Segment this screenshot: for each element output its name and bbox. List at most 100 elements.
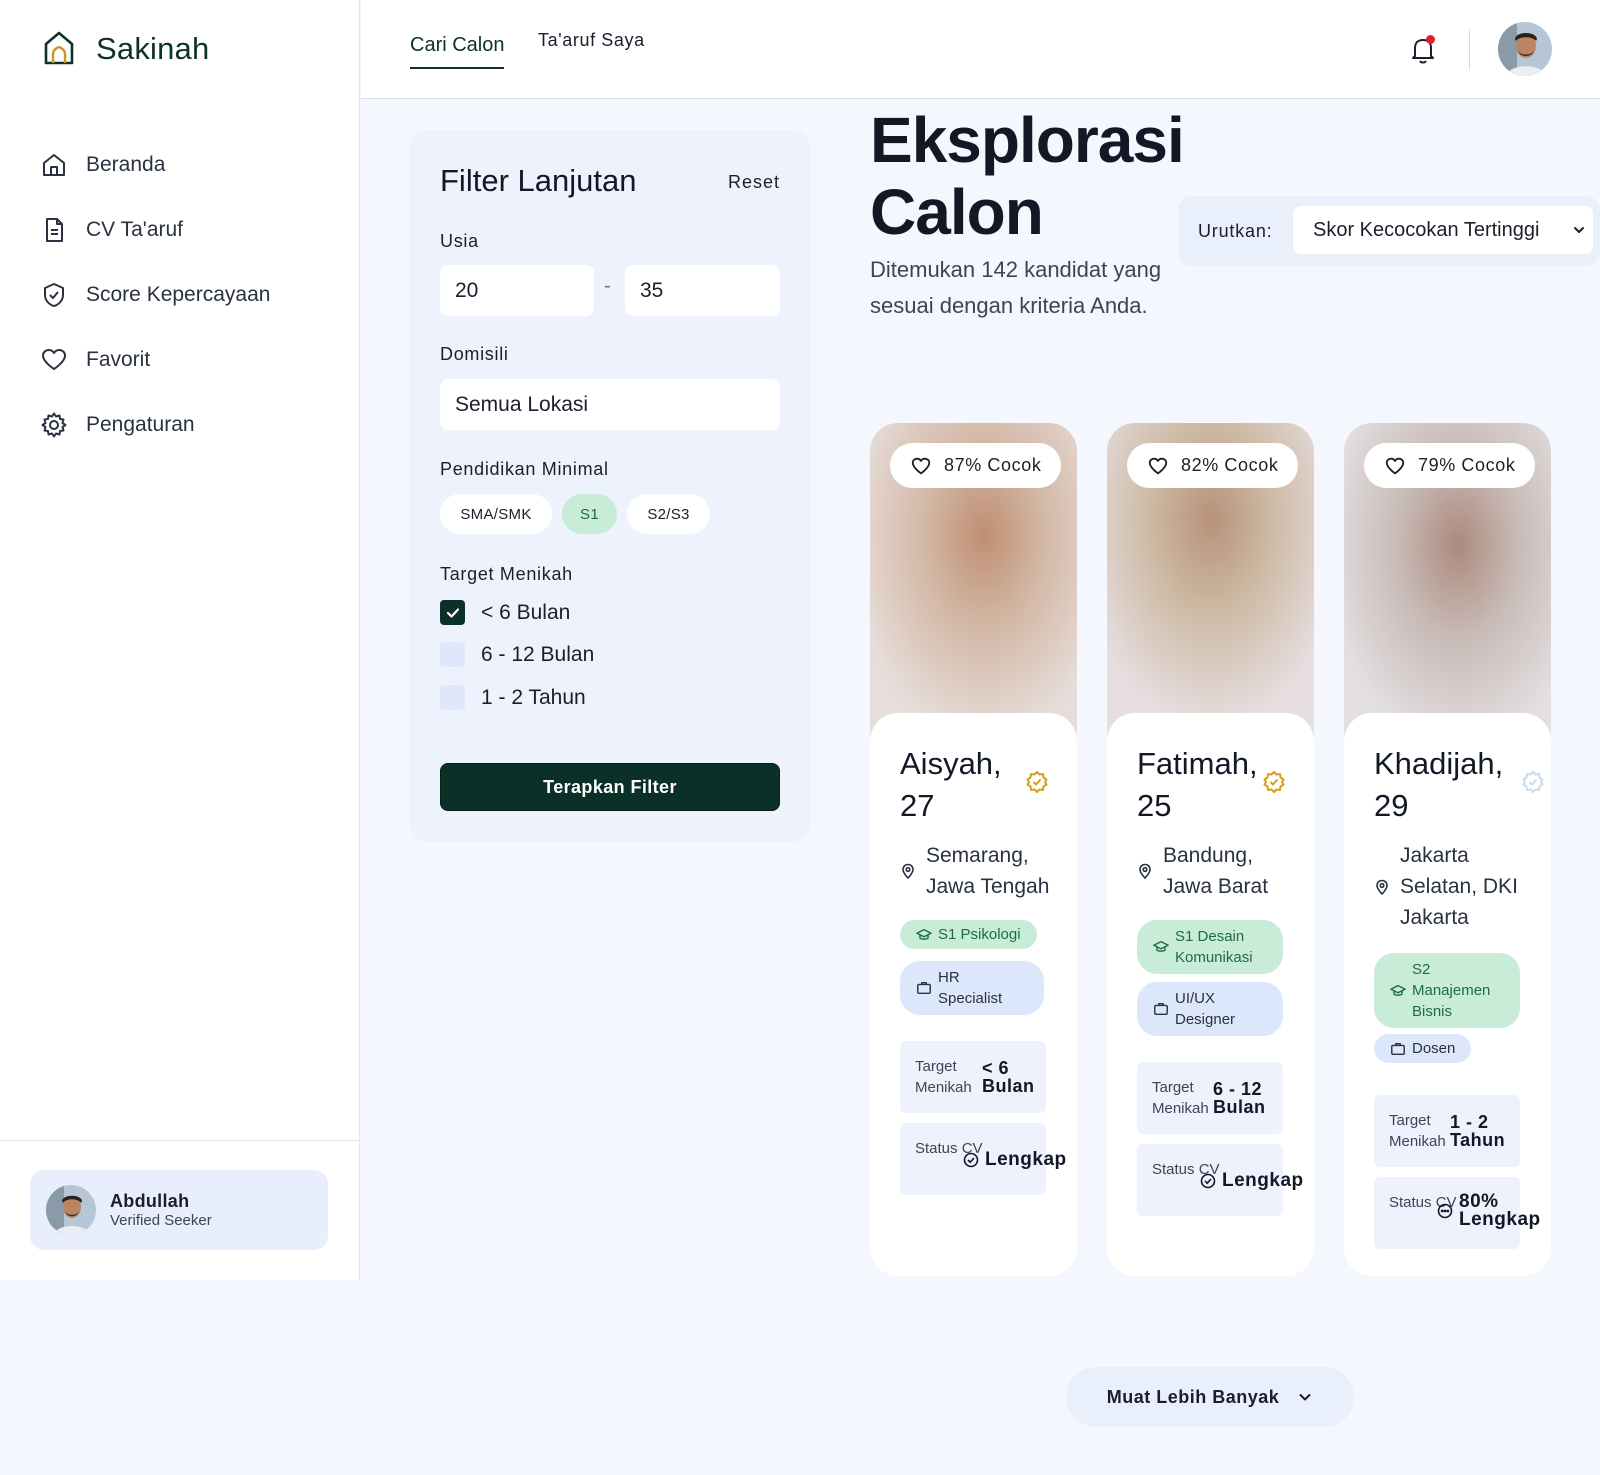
sort-value: Skor Kecocokan Tertinggi — [1313, 218, 1540, 241]
job-badge: UI/UX Designer — [1137, 982, 1283, 1036]
info-value-line-2: Tahun — [1450, 1130, 1506, 1150]
info-value: 1 - 2 Tahun — [1450, 1113, 1505, 1149]
info-value: Lengkap — [1200, 1170, 1304, 1192]
info-value: < 6 Bulan — [982, 1059, 1035, 1095]
target-option-1-2-tahun[interactable]: 1 - 2 Tahun — [440, 685, 586, 710]
tab-taaruf-saya[interactable]: Ta'aruf Saya — [538, 30, 645, 51]
info-value-line-2: Bulan — [1213, 1097, 1266, 1117]
job-text: UI/UX Designer — [1175, 990, 1236, 1028]
candidate-name: Fatimah, 25 — [1137, 746, 1258, 823]
checkbox[interactable] — [440, 642, 465, 667]
info-value-line-2: Bulan — [982, 1076, 1035, 1096]
sidebar-item-beranda[interactable]: Beranda — [40, 132, 270, 197]
info-value: 6 - 12 Bulan — [1213, 1080, 1266, 1116]
card-body: Khadijah, 29 Jakarta Selatan, DKI Jakart… — [1344, 713, 1551, 1276]
sidebar-nav: Beranda CV Ta'aruf Score Kepercayaan Fav… — [40, 132, 270, 457]
info-value-text: Lengkap — [985, 1149, 1067, 1170]
load-more-button[interactable]: Muat Lebih Banyak — [1066, 1367, 1354, 1427]
domicile-select[interactable]: Semua Lokasi — [440, 379, 780, 430]
page-title: Eksplorasi Calon — [870, 104, 1185, 248]
sidebar-item-label: Favorit — [86, 347, 151, 371]
match-text: 87% Cocok — [944, 455, 1042, 475]
status-info-box: Status CV Lengkap — [900, 1123, 1066, 1195]
briefcase-icon — [1391, 1042, 1405, 1055]
education-chip-sma[interactable]: SMA/SMK — [440, 494, 552, 534]
candidate-location: Jakarta Selatan, DKI Jakarta — [1374, 840, 1535, 933]
education-text: S1 Desain Komunikasi — [1175, 928, 1253, 966]
location-pin-icon — [902, 863, 914, 879]
age-separator: - — [604, 275, 611, 297]
briefcase-icon — [1154, 1002, 1168, 1016]
location-text: Semarang, Jawa Tengah — [926, 844, 1050, 898]
user-profile-card[interactable]: Abdullah Verified Seeker — [30, 1170, 328, 1250]
sidebar-item-score-kepercayaan[interactable]: Score Kepercayaan — [40, 262, 270, 327]
candidate-card[interactable]: 79% Cocok Khadijah, 29 Jakarta Selatan, … — [1344, 423, 1551, 1276]
checkbox-label: < 6 Bulan — [481, 600, 571, 624]
target-label: Target Menikah — [440, 564, 573, 584]
target-option-6-bulan[interactable]: < 6 Bulan — [440, 600, 570, 625]
filter-title: Filter Lanjutan — [440, 163, 637, 198]
candidate-card[interactable]: 82% Cocok Fatimah, 25 Bandung, Jawa Bara… — [1107, 423, 1314, 1276]
info-value-line-2: Lengkap — [1459, 1209, 1541, 1230]
education-badge: S1 Desain Komunikasi — [1137, 920, 1283, 974]
age-max-input[interactable]: 35 — [625, 265, 780, 316]
target-info-box: Target Menikah 6 - 12 Bulan — [1137, 1062, 1283, 1134]
info-value: Lengkap — [963, 1149, 1067, 1171]
graduation-cap-icon — [1153, 940, 1169, 952]
info-key: Target Menikah — [1389, 1112, 1446, 1150]
info-key: Target Menikah — [1152, 1079, 1209, 1117]
match-badge[interactable]: 82% Cocok — [1127, 443, 1299, 488]
apply-filter-button[interactable]: Terapkan Filter — [440, 763, 780, 811]
checkbox[interactable] — [440, 685, 465, 710]
mosque-home-logo-icon — [44, 31, 74, 65]
candidate-name: Khadijah, 29 — [1374, 746, 1504, 823]
verified-badge-icon — [1522, 771, 1544, 793]
page-title-line-2: Calon — [870, 176, 1044, 248]
notification-dot — [1426, 35, 1435, 44]
target-option-6-12-bulan[interactable]: 6 - 12 Bulan — [440, 642, 594, 667]
verified-badge-icon — [1026, 771, 1048, 793]
job-badge: HR Specialist — [900, 961, 1044, 1015]
notification-button[interactable] — [1408, 34, 1438, 66]
candidate-card[interactable]: 87% Cocok Aisyah, 27 Semarang, Jawa Teng… — [870, 423, 1077, 1276]
topbar-divider — [1469, 30, 1470, 70]
user-role: Verified Seeker — [110, 1212, 212, 1229]
document-icon — [46, 217, 63, 242]
filter-panel: Filter Lanjutan Reset Usia 20 - 35 Domis… — [409, 130, 811, 842]
location-pin-icon — [1376, 879, 1388, 895]
heart-icon — [42, 348, 66, 370]
tab-cari-calon[interactable]: Cari Calon — [410, 34, 505, 69]
chevron-down-icon — [1574, 227, 1584, 233]
brand[interactable]: Sakinah — [42, 30, 209, 68]
sidebar-item-pengaturan[interactable]: Pengaturan — [40, 392, 270, 457]
sidebar-item-cv-taaruf[interactable]: CV Ta'aruf — [40, 197, 270, 262]
shield-check-icon — [44, 282, 64, 307]
briefcase-icon — [917, 981, 931, 995]
education-chip-s2s3[interactable]: S2/S3 — [627, 494, 710, 534]
job-badge: Dosen — [1374, 1034, 1472, 1063]
job-text: HR Specialist — [938, 969, 1003, 1007]
sort-select[interactable]: Skor Kecocokan Tertinggi — [1293, 206, 1593, 254]
sidebar-item-label: Score Kepercayaan — [86, 282, 271, 306]
info-value-line-1: 6 - 12 — [1213, 1079, 1263, 1099]
match-badge[interactable]: 79% Cocok — [1364, 443, 1536, 488]
brand-name: Sakinah — [96, 31, 210, 66]
reset-button[interactable]: Reset — [728, 172, 780, 193]
sort-control: Urutkan: Skor Kecocokan Tertinggi — [1178, 196, 1600, 266]
avatar[interactable] — [1498, 22, 1552, 76]
card-body: Fatimah, 25 Bandung, Jawa Barat S1 Desai… — [1107, 713, 1314, 1276]
info-value-line-1: < 6 — [982, 1058, 1010, 1078]
candidate-location: Bandung, Jawa Barat — [1137, 840, 1303, 902]
match-badge[interactable]: 87% Cocok — [890, 443, 1062, 488]
checkbox-checked[interactable] — [440, 600, 465, 625]
avatar-portrait-icon — [1498, 22, 1552, 76]
education-label: Pendidikan Minimal — [440, 459, 609, 479]
check-circle-icon — [963, 1152, 979, 1168]
age-min-input[interactable]: 20 — [440, 265, 594, 316]
verified-badge-icon — [1263, 771, 1285, 793]
domicile-label: Domisili — [440, 344, 509, 364]
education-chip-s1[interactable]: S1 — [562, 494, 617, 534]
chevron-down-icon — [1299, 1394, 1311, 1401]
sidebar-item-favorit[interactable]: Favorit — [40, 327, 270, 392]
user-name: Abdullah — [110, 1191, 190, 1211]
